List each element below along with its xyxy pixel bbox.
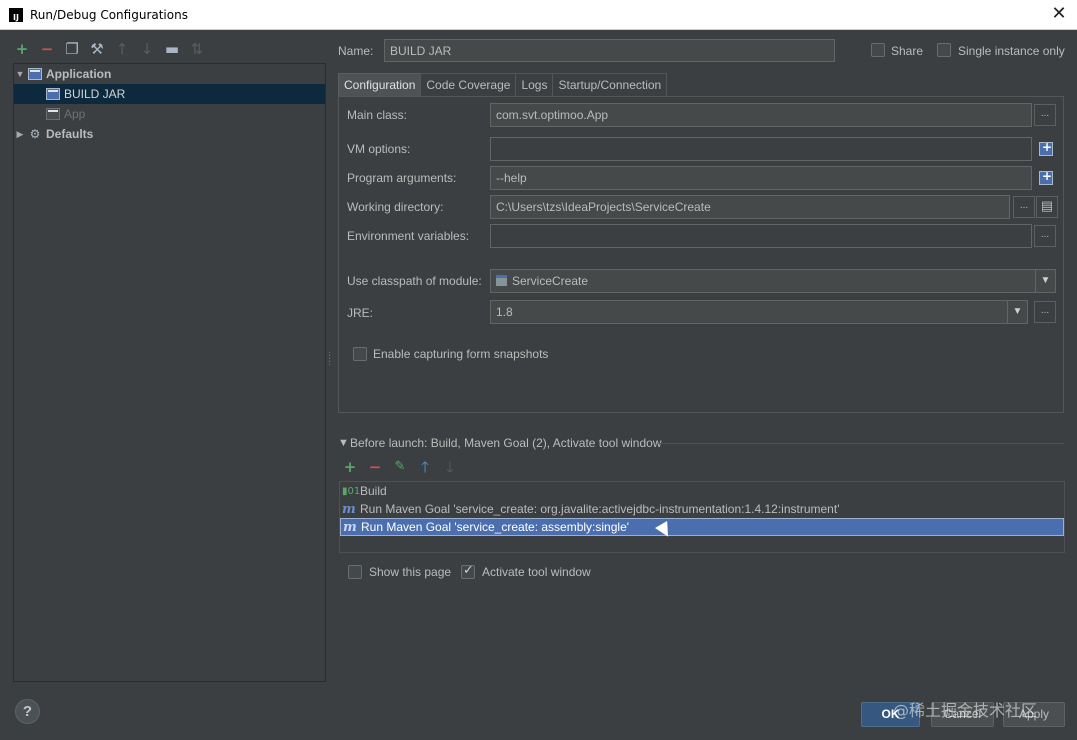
section-divider xyxy=(659,443,1064,444)
remove-task-icon[interactable]: − xyxy=(367,459,383,475)
list-item[interactable]: ▮01 Build xyxy=(340,482,1064,500)
config-tabs: Configuration Code Coverage Logs Startup… xyxy=(338,73,668,96)
expand-vm-options-icon[interactable] xyxy=(1036,139,1056,159)
list-item[interactable]: m Run Maven Goal 'service_create: assemb… xyxy=(340,518,1064,536)
move-up-icon[interactable]: ↑ xyxy=(114,41,130,57)
maven-icon: m xyxy=(342,501,356,517)
add-task-icon[interactable]: + xyxy=(342,459,358,475)
move-task-up-icon[interactable]: 🡑 xyxy=(417,459,433,475)
browse-working-dir-button[interactable]: ... xyxy=(1013,196,1035,218)
single-instance-checkbox[interactable] xyxy=(937,43,951,57)
show-page-checkbox[interactable] xyxy=(348,565,362,579)
splitter-handle[interactable]: · · · · · xyxy=(328,349,331,371)
application-config-icon xyxy=(46,108,60,120)
task-label: Run Maven Goal 'service_create: org.java… xyxy=(360,502,840,516)
add-icon[interactable]: + xyxy=(14,41,30,57)
snapshots-checkbox[interactable] xyxy=(353,347,367,361)
tree-item-app[interactable]: App xyxy=(14,104,325,124)
tree-item-application[interactable]: ▼ Application xyxy=(14,64,325,84)
browse-jre-button[interactable]: ... xyxy=(1034,301,1056,323)
classpath-module-value: ServiceCreate xyxy=(512,274,589,288)
tree-item-label: App xyxy=(64,107,86,121)
working-directory-label: Working directory: xyxy=(347,200,444,214)
tree-item-label: Application xyxy=(46,67,112,81)
tree-item-defaults[interactable]: ▶ ⚙ Defaults xyxy=(14,124,325,144)
browse-main-class-button[interactable]: ... xyxy=(1034,104,1056,126)
edit-defaults-icon[interactable]: ⚒ xyxy=(89,41,105,57)
macros-icon[interactable]: ▤ xyxy=(1036,196,1058,218)
folder-icon[interactable]: ▬ xyxy=(164,41,180,57)
maven-icon: m xyxy=(343,519,357,535)
vm-options-label: VM options: xyxy=(347,142,411,156)
vm-options-input[interactable] xyxy=(490,137,1032,161)
window-title: Run/Debug Configurations xyxy=(30,7,188,22)
close-icon[interactable]: ✕ xyxy=(1049,4,1069,24)
activate-tool-label: Activate tool window xyxy=(482,565,591,579)
chevron-down-icon[interactable]: ▼ xyxy=(1035,270,1055,292)
tab-startup-connection[interactable]: Startup/Connection xyxy=(552,73,668,96)
build-icon: ▮01 xyxy=(342,485,361,497)
title-bar: IJ Run/Debug Configurations ✕ xyxy=(0,0,1077,30)
list-item[interactable]: m Run Maven Goal 'service_create: org.ja… xyxy=(340,500,1064,518)
configuration-tree[interactable]: ▼ Application BUILD JAR App ▶ ⚙ Defaults xyxy=(13,63,326,682)
name-input[interactable]: BUILD JAR xyxy=(384,39,835,62)
expand-arrow-icon[interactable]: ▼ xyxy=(14,69,26,79)
before-launch-toolbar: + − ✎ 🡑 🡓 xyxy=(342,459,458,475)
watermark: @稀土掘金技术社区 xyxy=(893,701,1038,720)
before-launch-toggle-icon[interactable]: ▼ xyxy=(338,437,349,449)
snapshots-label: Enable capturing form snapshots xyxy=(373,347,549,361)
move-task-down-icon[interactable]: 🡓 xyxy=(442,459,458,475)
application-icon xyxy=(28,68,42,80)
classpath-module-label: Use classpath of module: xyxy=(347,274,482,288)
config-toolbar: + − ❐ ⚒ ↑ ↓ ▬ ⇅ xyxy=(14,38,205,60)
before-launch-title: Before launch: Build, Maven Goal (2), Ac… xyxy=(350,436,662,450)
tree-item-label: Defaults xyxy=(46,127,94,141)
activate-tool-checkbox[interactable] xyxy=(461,563,475,579)
main-class-label: Main class: xyxy=(347,108,408,122)
task-label: Run Maven Goal 'service_create: assembly… xyxy=(361,520,630,534)
working-directory-input[interactable]: C:\Users\tzs\IdeaProjects\ServiceCreate xyxy=(490,195,1010,219)
intellij-app-icon: IJ xyxy=(9,7,23,22)
edit-env-vars-button[interactable]: ... xyxy=(1034,225,1056,247)
task-label: Build xyxy=(360,484,387,498)
application-config-icon xyxy=(46,88,60,100)
move-down-icon[interactable]: ↓ xyxy=(139,41,155,57)
help-icon[interactable]: ? xyxy=(15,699,40,724)
edit-task-icon[interactable]: ✎ xyxy=(392,459,408,475)
sort-icon[interactable]: ⇅ xyxy=(189,41,205,57)
tab-code-coverage[interactable]: Code Coverage xyxy=(420,73,517,96)
before-launch-list[interactable]: ▮01 Build m Run Maven Goal 'service_crea… xyxy=(339,481,1065,553)
show-page-label: Show this page xyxy=(369,565,452,579)
environment-variables-input[interactable] xyxy=(490,224,1032,248)
collapse-arrow-icon[interactable]: ▶ xyxy=(14,129,26,140)
program-arguments-input[interactable]: --help xyxy=(490,166,1032,190)
jre-select[interactable]: 1.8 ▼ xyxy=(490,300,1028,324)
tab-configuration[interactable]: Configuration xyxy=(338,73,422,96)
tab-logs[interactable]: Logs xyxy=(515,73,554,96)
jre-label: JRE: xyxy=(347,306,374,320)
expand-program-args-icon[interactable] xyxy=(1036,168,1056,188)
program-arguments-label: Program arguments: xyxy=(347,171,457,185)
module-icon xyxy=(496,275,507,286)
chevron-down-icon[interactable]: ▼ xyxy=(1007,301,1027,323)
tree-item-label: BUILD JAR xyxy=(64,87,126,101)
single-instance-label: Single instance only xyxy=(958,44,1065,58)
copy-icon[interactable]: ❐ xyxy=(64,41,80,57)
classpath-module-select[interactable]: ServiceCreate ▼ xyxy=(490,269,1056,293)
tree-item-build-jar[interactable]: BUILD JAR xyxy=(14,84,325,104)
remove-icon[interactable]: − xyxy=(39,41,55,57)
name-label: Name: xyxy=(338,44,374,58)
environment-variables-label: Environment variables: xyxy=(347,229,470,243)
share-label: Share xyxy=(891,44,924,58)
jre-value: 1.8 xyxy=(496,305,513,319)
main-class-input[interactable]: com.svt.optimoo.App xyxy=(490,103,1032,127)
share-checkbox[interactable] xyxy=(871,43,885,57)
wrench-icon: ⚙ xyxy=(29,127,41,141)
